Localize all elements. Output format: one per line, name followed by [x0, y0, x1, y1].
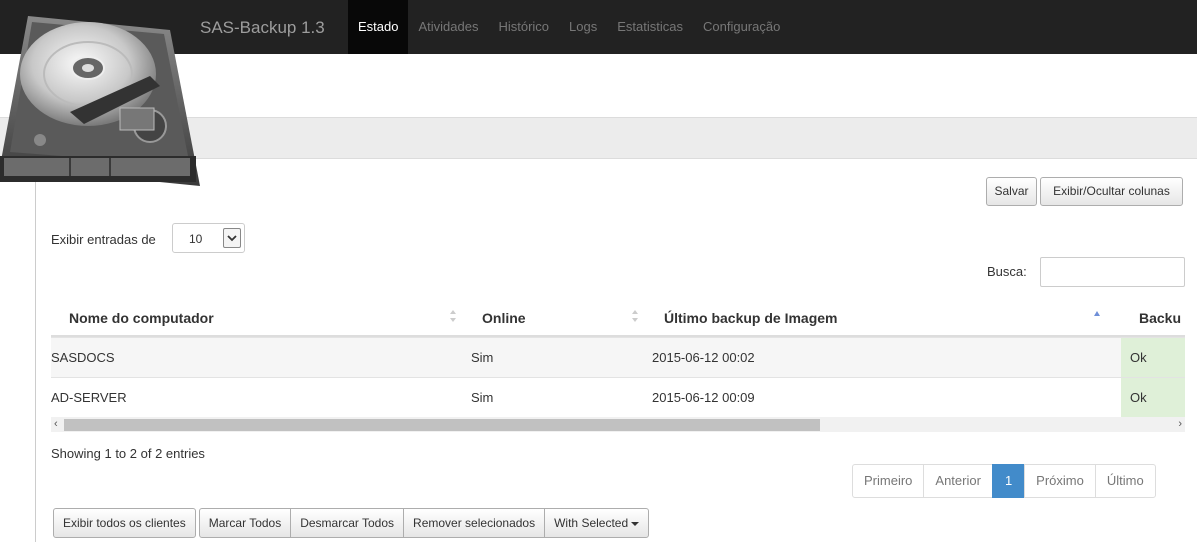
show-all-clients-button[interactable]: Exibir todos os clientes [53, 508, 196, 538]
main-nav: Estado Atividades Histórico Logs Estatis… [348, 0, 790, 54]
table-row[interactable]: SASDOCS Sim 2015-06-12 00:02 Ok [51, 337, 1185, 378]
cell-last-backup: 2015-06-12 00:02 [652, 350, 755, 365]
header-online[interactable]: Online [482, 310, 526, 326]
page-next-button[interactable]: Próximo [1024, 464, 1096, 498]
mark-all-button[interactable]: Marcar Todos [198, 508, 292, 538]
caret-down-icon [631, 521, 640, 526]
cell-backup-status: Ok [1121, 338, 1185, 378]
page-first-button[interactable]: Primeiro [852, 464, 925, 498]
header-backup[interactable]: Backu [1139, 310, 1181, 326]
hard-disk-logo-icon [0, 16, 200, 186]
sort-ascending-icon[interactable] [1093, 309, 1101, 323]
cell-online: Sim [471, 350, 494, 365]
page-prev-button[interactable]: Anterior [923, 464, 993, 498]
cell-computer-name: AD-SERVER [51, 390, 127, 405]
scrollbar-thumb[interactable] [64, 419, 820, 431]
scroll-left-icon[interactable]: ‹ [54, 418, 58, 430]
search-input[interactable] [1040, 257, 1185, 287]
nav-estado[interactable]: Estado [348, 0, 409, 54]
cell-online: Sim [471, 390, 494, 405]
entries-length-value: 10 [189, 232, 203, 246]
nav-estatisticas[interactable]: Estatisticas [607, 0, 693, 54]
scroll-right-icon[interactable]: › [1178, 418, 1182, 430]
table-info: Showing 1 to 2 of 2 entries [51, 446, 205, 461]
with-selected-dropdown[interactable]: With Selected [544, 508, 650, 538]
pagination: Primeiro Anterior 1 Próximo Último [852, 464, 1156, 498]
cell-last-backup: 2015-06-12 00:09 [652, 390, 755, 405]
header-last-image-backup[interactable]: Último backup de Imagem [664, 310, 837, 326]
nav-historico[interactable]: Histórico [488, 0, 559, 54]
status-text: Ok [1130, 390, 1147, 405]
bulk-actions: Exibir todos os clientes Marcar Todos De… [53, 508, 650, 538]
save-button[interactable]: Salvar [986, 177, 1037, 206]
sort-icon[interactable] [449, 309, 457, 323]
table-row[interactable]: AD-SERVER Sim 2015-06-12 00:09 Ok [51, 377, 1185, 417]
sort-icon[interactable] [631, 309, 639, 323]
page-current-button[interactable]: 1 [991, 464, 1026, 498]
nav-configuracao[interactable]: Configuração [693, 0, 790, 54]
search-label: Busca: [987, 264, 1027, 279]
nav-atividades[interactable]: Atividades [408, 0, 488, 54]
cell-computer-name: SASDOCS [51, 350, 115, 365]
cell-backup-status: Ok [1121, 378, 1185, 417]
remove-selected-button[interactable]: Remover selecionados [403, 508, 546, 538]
entries-length-select[interactable]: 10 [172, 223, 245, 253]
app-brand[interactable]: SAS-Backup 1.3 [200, 18, 325, 38]
unmark-all-button[interactable]: Desmarcar Todos [290, 508, 405, 538]
toggle-columns-button[interactable]: Exibir/Ocultar colunas [1040, 177, 1183, 206]
chevron-down-icon [223, 228, 241, 248]
status-text: Ok [1130, 350, 1147, 365]
clients-table: Nome do computador Online Último backup … [51, 297, 1185, 417]
left-divider [35, 159, 36, 542]
horizontal-scrollbar[interactable]: ‹ › [51, 417, 1185, 432]
header-computer-name[interactable]: Nome do computador [69, 310, 214, 326]
page-last-button[interactable]: Último [1094, 464, 1156, 498]
entries-length-label: Exibir entradas de [51, 232, 156, 247]
with-selected-label: With Selected [554, 516, 629, 530]
table-header: Nome do computador Online Último backup … [51, 297, 1185, 337]
nav-logs[interactable]: Logs [559, 0, 607, 54]
